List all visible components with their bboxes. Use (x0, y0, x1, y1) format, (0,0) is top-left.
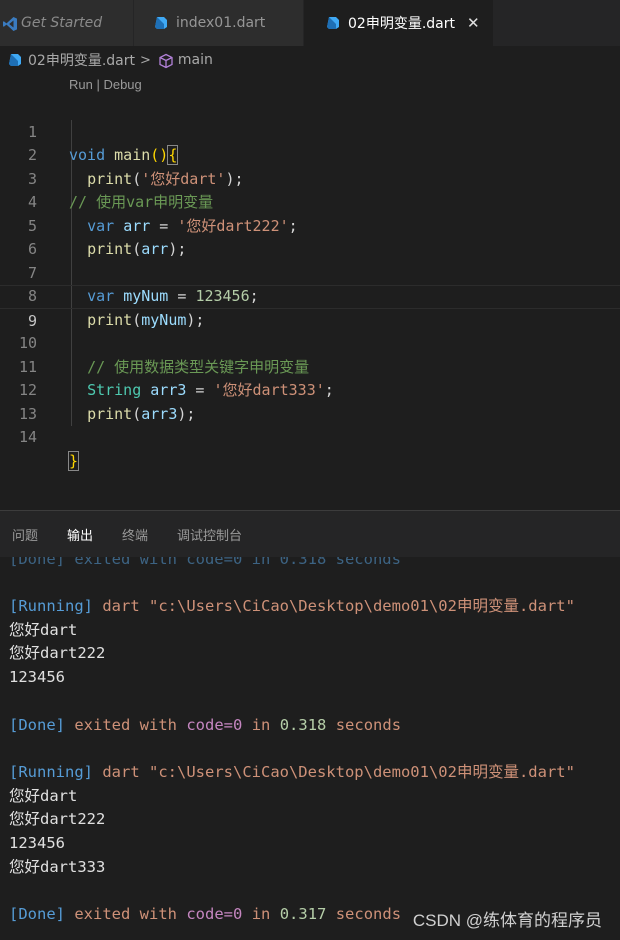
output-line: [Done] exited with code=0 in 0.318 secon… (9, 714, 620, 738)
code-line: 14 } (0, 403, 620, 471)
breadcrumb-file[interactable]: 02申明变量.dart (28, 50, 135, 70)
watermark: CSDN @练体育的程序员 (410, 906, 604, 931)
done-text: seconds (335, 715, 402, 734)
code-line: 11 String arr3 = '您好dart333'; (0, 332, 620, 400)
tab-get-started[interactable]: Get Started (0, 0, 134, 46)
vscode-icon (2, 16, 17, 31)
close-brace: } (67, 450, 80, 471)
tab-debug-console[interactable]: 调试控制台 (177, 525, 242, 544)
tab-terminal[interactable]: 终端 (122, 525, 148, 544)
done-text: in (251, 715, 271, 734)
run-command: dart "c:\Users\CiCao\Desktop\demo01\02申明… (102, 597, 575, 616)
tab-02-dart-active[interactable]: 02申明变量.dart ✕ (304, 0, 494, 46)
tab-label: index01.dart (176, 15, 266, 31)
done-tag: [Done] (9, 905, 65, 924)
exit-code: code=0 (186, 905, 243, 924)
code-line-current: 9 (0, 285, 620, 330)
running-tag: [Running] (9, 597, 93, 616)
tab-index01-dart[interactable]: index01.dart (134, 0, 304, 46)
line-number: 14 (18, 428, 37, 446)
code-line: 13 (0, 379, 620, 423)
dart-icon (326, 16, 340, 30)
dart-icon (154, 16, 168, 30)
output-line: 您好dart333 (9, 857, 106, 876)
exit-code: code=0 (186, 715, 243, 734)
code-editor[interactable]: Run | Debug 1 void main(){ 2 print('您好da… (0, 74, 620, 510)
tab-label: 02申明变量.dart (348, 16, 455, 32)
editor-tab-bar: Get Started index01.dart 02申明变量.dart ✕ (0, 0, 620, 46)
code-line: 1 void main(){ (0, 97, 620, 165)
output-line: 您好dart222 (9, 810, 106, 829)
output-line: [Running] dart "c:\Users\CiCao\Desktop\d… (9, 761, 620, 785)
code-line: 4 var arr = '您好dart222'; (0, 168, 620, 235)
output-panel: [Done] exited with code=0 in 0.318 secon… (0, 510, 620, 940)
code-line: 6 (0, 215, 620, 258)
output-line: 您好dart (9, 620, 78, 639)
output-line: 123456 (9, 668, 65, 687)
done-text: exited with (74, 715, 177, 734)
code-line: 7 var myNum = 123456; (0, 238, 620, 306)
code-line: 2 print('您好dart'); (0, 121, 620, 188)
panel-tab-bar: 问题 输出 终端 调试控制台 (0, 511, 620, 557)
tab-problems[interactable]: 问题 (12, 525, 38, 544)
breadcrumb-symbol[interactable]: main (178, 52, 213, 68)
breadcrumb: 02申明变量.dart > main (0, 46, 620, 74)
done-tag: [Done] (9, 715, 65, 734)
running-tag: [Running] (9, 762, 93, 781)
output-log[interactable]: [Done] exited with code=0 in 0.318 secon… (9, 541, 620, 940)
close-icon[interactable]: ✕ (467, 14, 480, 32)
method-cube-icon (158, 53, 173, 69)
elapsed-time: 0.318 (279, 715, 327, 734)
output-line: 您好dart222 (9, 644, 106, 663)
tab-label: Get Started (21, 15, 103, 31)
output-line: 123456 (9, 834, 65, 853)
done-text: in (251, 905, 271, 924)
dart-icon (8, 53, 22, 67)
output-line: 您好dart (9, 786, 78, 805)
done-text: seconds (335, 905, 402, 924)
code-line: 10 // 使用数据类型关键字申明变量 (0, 309, 620, 376)
run-command: dart "c:\Users\CiCao\Desktop\demo01\02申明… (102, 762, 575, 781)
elapsed-time: 0.317 (279, 905, 327, 924)
tab-output[interactable]: 输出 (67, 525, 93, 544)
code-line: 5 print(arr); (0, 191, 620, 259)
codelens-run-debug[interactable]: Run | Debug (69, 77, 142, 92)
done-text: exited with (74, 905, 177, 924)
code-line: 12 print(arr3); (0, 356, 620, 423)
output-line: [Running] dart "c:\Users\CiCao\Desktop\d… (9, 595, 620, 619)
code-line: 8 print(myNum); (0, 262, 620, 329)
code-line: 3 // 使用var申明变量 (0, 144, 620, 212)
chevron-right-icon: > (139, 52, 151, 68)
